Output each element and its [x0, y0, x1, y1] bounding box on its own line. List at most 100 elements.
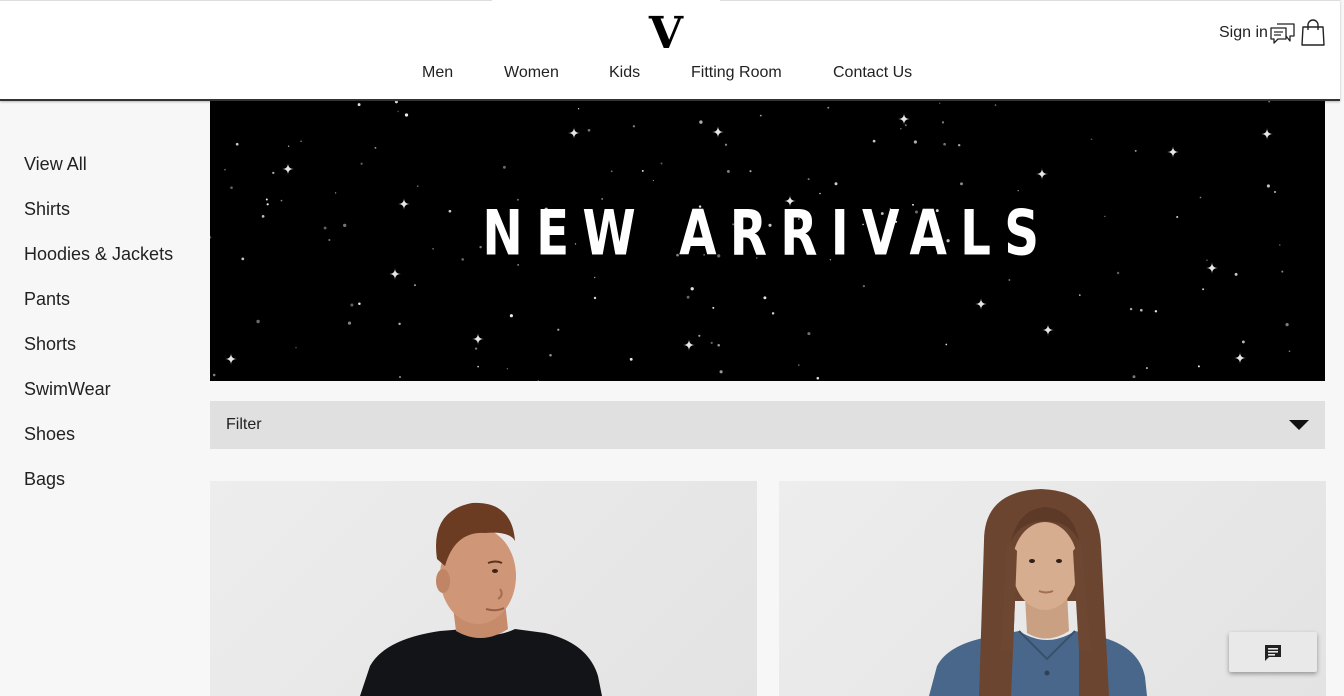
- star-dot: [872, 139, 876, 143]
- star-dot: [398, 322, 401, 326]
- star-dot: [1078, 294, 1081, 296]
- star-dot: [230, 186, 233, 189]
- star-dot: [1116, 271, 1120, 275]
- star-dot: [913, 140, 918, 144]
- star-dot: [834, 182, 838, 186]
- nav-men[interactable]: Men: [422, 64, 453, 82]
- star-dot: [357, 103, 361, 107]
- star-dot: [652, 179, 654, 182]
- star-dot: [477, 365, 479, 368]
- sparkle-star: [225, 353, 237, 365]
- star-dot: [1288, 350, 1291, 353]
- star-dot: [256, 319, 260, 324]
- star-dot: [1234, 272, 1238, 276]
- star-dot: [577, 108, 580, 110]
- star-dot: [417, 185, 419, 187]
- sidebar-item-shoes[interactable]: Shoes: [24, 424, 75, 445]
- star-dot: [1017, 189, 1019, 192]
- star-dot: [632, 125, 636, 128]
- chat-widget-button[interactable]: [1229, 632, 1317, 672]
- star-dot: [474, 347, 478, 350]
- product-photo: [360, 502, 602, 696]
- star-dot: [712, 306, 715, 309]
- star-dot: [414, 284, 416, 286]
- star-dot: [719, 370, 723, 374]
- star-dot: [960, 182, 963, 186]
- star-dot: [587, 128, 591, 132]
- product-card[interactable]: [210, 481, 757, 696]
- star-dot: [807, 332, 811, 336]
- nav-women[interactable]: Women: [504, 64, 559, 82]
- star-dot: [502, 165, 506, 169]
- star-dot: [994, 104, 997, 106]
- star-dot: [1008, 279, 1011, 281]
- sparkle-star: [975, 298, 987, 310]
- star-dot: [698, 334, 701, 337]
- sidebar-item-pants[interactable]: Pants: [24, 289, 70, 310]
- star-dot: [819, 192, 821, 195]
- star-dot: [1132, 375, 1136, 379]
- banner-title-text: NEW ARRIVALS: [482, 196, 1053, 270]
- star-dot: [404, 113, 409, 117]
- star-dot: [287, 145, 290, 147]
- star-dot: [726, 169, 730, 173]
- sidebar-item-view-all[interactable]: View All: [24, 154, 87, 175]
- nav-contact-us[interactable]: Contact Us: [833, 64, 912, 82]
- sidebar-item-shorts[interactable]: Shorts: [24, 334, 76, 355]
- sidebar-item-shirts[interactable]: Shirts: [24, 199, 70, 220]
- nav-fitting-room[interactable]: Fitting Room: [691, 64, 782, 82]
- star-dot: [686, 295, 690, 299]
- star-dot: [1202, 288, 1205, 291]
- star-dot: [509, 314, 513, 318]
- star-dot: [334, 192, 337, 194]
- star-dot: [900, 128, 902, 130]
- star-dot: [557, 328, 560, 331]
- star-dot: [1154, 310, 1158, 313]
- sparkle-star: [1042, 324, 1054, 336]
- star-dot: [957, 143, 961, 147]
- star-dot: [506, 368, 509, 370]
- star-dot: [610, 170, 613, 173]
- star-dot: [807, 178, 810, 181]
- star-dot: [941, 121, 945, 124]
- star-dot: [939, 102, 941, 104]
- star-dot: [690, 287, 694, 291]
- star-dot: [1285, 322, 1289, 327]
- sparkle-star: [282, 163, 294, 175]
- new-arrivals-banner: NEW ARRIVALS: [210, 101, 1325, 381]
- star-dot: [300, 140, 302, 143]
- star-dot: [763, 296, 767, 300]
- category-sidebar: View All Shirts Hoodies & Jackets Pants …: [0, 101, 210, 696]
- sparkle-star: [1234, 352, 1246, 364]
- header-top-border-gap: [492, 0, 720, 1]
- star-dot: [827, 106, 830, 109]
- star-dot: [350, 303, 354, 307]
- star-dot: [629, 357, 633, 361]
- star-dot: [212, 373, 216, 377]
- star-dot: [724, 143, 728, 146]
- sidebar-item-hoodies-jackets[interactable]: Hoodies & Jackets: [24, 244, 173, 265]
- star-dot: [945, 343, 948, 346]
- star-dot: [1241, 340, 1245, 344]
- sparkle-star: [1036, 168, 1048, 180]
- star-dot: [699, 120, 703, 124]
- banner-title: NEW ARRIVALS: [210, 197, 1325, 270]
- sidebar-item-swimwear[interactable]: SwimWear: [24, 379, 111, 400]
- star-dot: [235, 142, 239, 146]
- shopping-bag-icon[interactable]: [1300, 18, 1326, 46]
- star-dot: [1134, 149, 1137, 152]
- star-dot: [347, 321, 352, 325]
- site-logo[interactable]: V: [642, 10, 690, 58]
- star-dot: [717, 343, 720, 347]
- nav-kids[interactable]: Kids: [609, 64, 640, 82]
- star-dot: [771, 312, 775, 315]
- sign-in-link[interactable]: Sign in: [1219, 24, 1268, 42]
- star-dot: [1197, 365, 1200, 368]
- caret-down-icon[interactable]: [1289, 420, 1309, 430]
- filter-dropdown[interactable]: Filter: [210, 401, 1325, 449]
- chat-bubbles-icon[interactable]: [1270, 21, 1296, 45]
- sidebar-item-bags[interactable]: Bags: [24, 469, 65, 490]
- star-dot: [358, 302, 361, 305]
- star-dot: [1139, 308, 1143, 312]
- star-dot: [816, 376, 820, 380]
